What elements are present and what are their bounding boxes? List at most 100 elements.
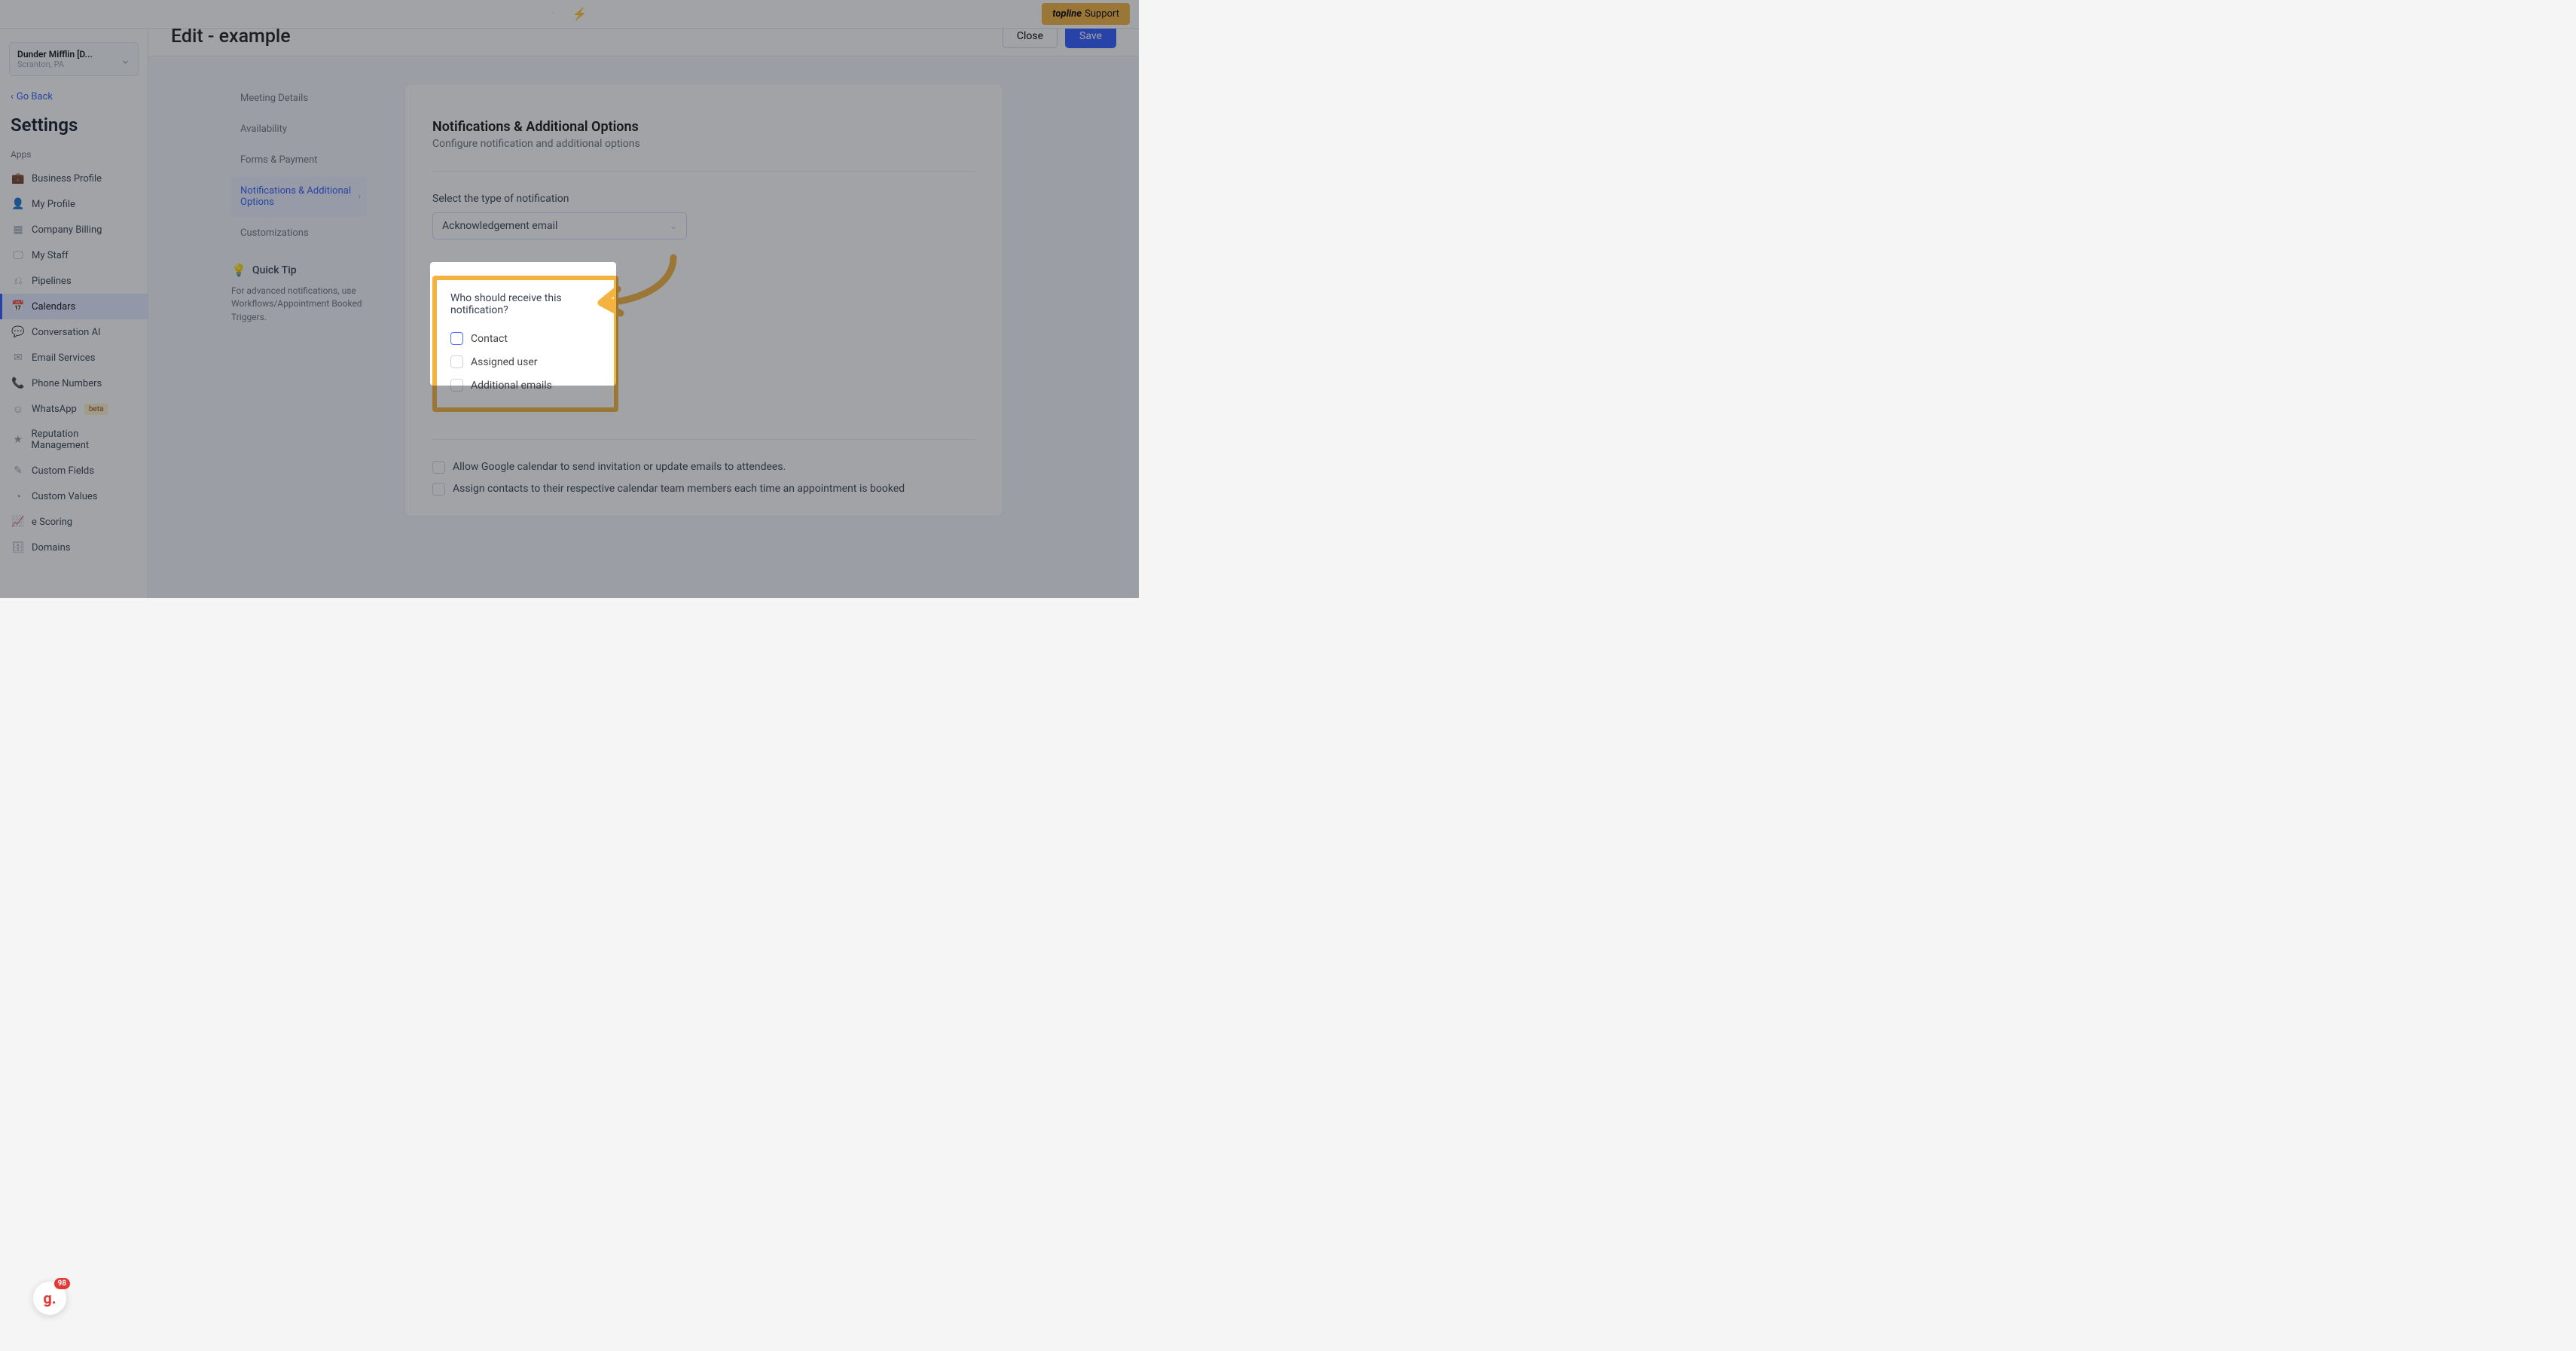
nav-icon: 🖵 — [12, 249, 24, 261]
nav-icon: 💬 — [12, 326, 24, 338]
quick-tip-body: For advanced notifications, use Workflow… — [231, 285, 367, 324]
badge-letter: g. — [43, 1289, 56, 1307]
nav-label: Phone Numbers — [32, 378, 102, 389]
sidebar-item-calendars[interactable]: 📅 Calendars — [0, 294, 148, 319]
checkbox-additional-emails[interactable] — [450, 379, 463, 392]
nav-icon: ⎌ — [12, 275, 24, 287]
app-body: Dunder Mifflin [D... Scranton, PA ⌄ ‹ Go… — [0, 29, 1139, 598]
go-back-label: Go Back — [17, 91, 53, 102]
checkbox-assigned-user[interactable] — [450, 355, 463, 368]
sidebar-item-custom-fields[interactable]: ✎ Custom Fields — [0, 458, 148, 483]
nav-label: Email Services — [32, 352, 95, 364]
step-forms-payment[interactable]: Forms & Payment — [231, 145, 367, 175]
nav-label: My Staff — [32, 250, 69, 261]
support-brand: topline — [1052, 8, 1082, 20]
option-google-label: Allow Google calendar to send invitation… — [453, 461, 786, 474]
sidebar-item-business-profile[interactable]: 💼 Business Profile — [0, 166, 148, 191]
nav-label: Conversation AI — [32, 327, 101, 338]
nav-label: Reputation Management — [32, 428, 136, 451]
select-value: Acknowledgement email — [442, 220, 557, 232]
support-label: Support — [1085, 8, 1119, 20]
go-back-link[interactable]: ‹ Go Back — [0, 87, 148, 114]
main-area: Edit - example Close Save Meeting Detail… — [148, 29, 1139, 598]
chevron-down-icon: ⌄ — [121, 52, 130, 66]
top-bar: · ⚡ topline Support — [0, 0, 1139, 29]
step-notifications-additional-options[interactable]: Notifications & Additional Options — [231, 176, 367, 217]
lightbulb-icon: 💡 — [231, 263, 246, 277]
settings-heading: Settings — [0, 114, 148, 149]
checkbox-additional-label: Additional emails — [471, 380, 552, 392]
content-row: Meeting DetailsAvailabilityForms & Payme… — [148, 56, 1139, 598]
nav-icon: 💼 — [12, 172, 24, 185]
nav-icon: ✎ — [12, 465, 24, 477]
topbar-stat-1: · — [551, 8, 554, 20]
option-assign-label: Assign contacts to their respective cale… — [453, 483, 905, 496]
notification-type-select[interactable]: Acknowledgement email ⌄ — [432, 212, 687, 239]
step-customizations[interactable]: Customizations — [231, 218, 367, 248]
checkbox-contact-label: Contact — [471, 333, 508, 345]
checkbox-assign-contacts[interactable] — [432, 483, 445, 496]
step-meeting-details[interactable]: Meeting Details — [231, 84, 367, 113]
option-row-assign-contacts: Assign contacts to their respective cale… — [432, 478, 975, 500]
location-name: Dunder Mifflin [D... — [17, 49, 130, 59]
checkbox-assigned-label: Assigned user — [471, 356, 537, 368]
nav-label: Custom Fields — [32, 465, 94, 477]
topbar-center: · ⚡ — [551, 7, 587, 21]
sidebar-item-reputation-management[interactable]: ★ Reputation Management — [0, 422, 148, 458]
panel-divider — [432, 439, 975, 440]
chevron-left-icon: ‹ — [11, 91, 14, 102]
recipients-question: Who should receive this notification? — [450, 292, 600, 316]
settings-panel: Notifications & Additional Options Confi… — [404, 84, 1003, 517]
nav-icon: ☺ — [12, 403, 24, 415]
page-title: Edit - example — [171, 29, 291, 47]
checkbox-google-invite[interactable] — [432, 461, 445, 474]
floating-badge[interactable]: g. 98 — [33, 1282, 66, 1315]
checkbox-contact[interactable] — [450, 332, 463, 345]
nav-label: Business Profile — [32, 173, 102, 185]
select-label: Select the type of notification — [432, 193, 975, 205]
checkbox-row-assigned: Assigned user — [450, 350, 600, 374]
location-selector[interactable]: Dunder Mifflin [D... Scranton, PA ⌄ — [9, 42, 139, 76]
nav-icon: 📅 — [12, 300, 24, 313]
nav-label: Calendars — [32, 301, 75, 313]
sidebar-item-email-services[interactable]: ✉ Email Services — [0, 345, 148, 371]
sidebar-item-whatsapp[interactable]: ☺ WhatsApp beta — [0, 396, 148, 422]
option-row-google-invite: Allow Google calendar to send invitation… — [432, 456, 975, 478]
quick-tip-heading: 💡 Quick Tip — [231, 263, 367, 277]
header-actions: Close Save — [1003, 29, 1116, 48]
sidebar-item-phone-numbers[interactable]: 📞 Phone Numbers — [0, 371, 148, 396]
close-button[interactable]: Close — [1003, 29, 1058, 48]
sidebar-item-my-staff[interactable]: 🖵 My Staff — [0, 242, 148, 268]
bolt-icon: ⚡ — [572, 7, 588, 21]
nav-group-label: Apps — [0, 149, 148, 166]
quick-tip: 💡 Quick Tip For advanced notifications, … — [231, 263, 367, 324]
quick-tip-title: Quick Tip — [252, 264, 297, 276]
nav-label: e Scoring — [32, 517, 72, 528]
nav-label: My Profile — [32, 199, 75, 210]
beta-badge: beta — [84, 404, 108, 415]
sidebar-item-domains[interactable]: 🗄 Domains — [0, 535, 148, 560]
sidebar-item-e-scoring[interactable]: 📈 e Scoring — [0, 509, 148, 535]
nav-icon: 👤 — [12, 198, 24, 210]
nav-icon: ★ — [12, 434, 24, 446]
nav-label: WhatsApp — [32, 404, 77, 415]
sidebar-item-pipelines[interactable]: ⎌Pipelines — [0, 268, 148, 294]
nav-icon: ✉ — [12, 352, 24, 364]
sidebar-item-custom-values[interactable]: ◔Custom Values — [0, 483, 148, 509]
save-button[interactable]: Save — [1065, 29, 1116, 48]
nav-icon: ◔ — [12, 490, 24, 502]
nav-label: Domains — [32, 542, 70, 554]
nav-icon: 🗄 — [12, 541, 24, 554]
nav-icon: 📈 — [12, 516, 24, 528]
checkbox-row-additional: Additional emails — [450, 374, 600, 397]
sidebar-item-my-profile[interactable]: 👤 My Profile — [0, 191, 148, 217]
panel-heading: Notifications & Additional Options — [432, 119, 975, 135]
nav-icon: 📞 — [12, 377, 24, 389]
panel-subheading: Configure notification and additional op… — [432, 138, 975, 172]
sidebar-item-conversation-ai[interactable]: 💬 Conversation AI — [0, 319, 148, 345]
recipients-highlight: Who should receive this notification? Co… — [432, 276, 618, 412]
badge-count: 98 — [54, 1278, 70, 1289]
step-availability[interactable]: Availability — [231, 114, 367, 144]
support-button[interactable]: topline Support — [1042, 3, 1130, 25]
sidebar-item-company-billing[interactable]: ▦Company Billing — [0, 217, 148, 242]
